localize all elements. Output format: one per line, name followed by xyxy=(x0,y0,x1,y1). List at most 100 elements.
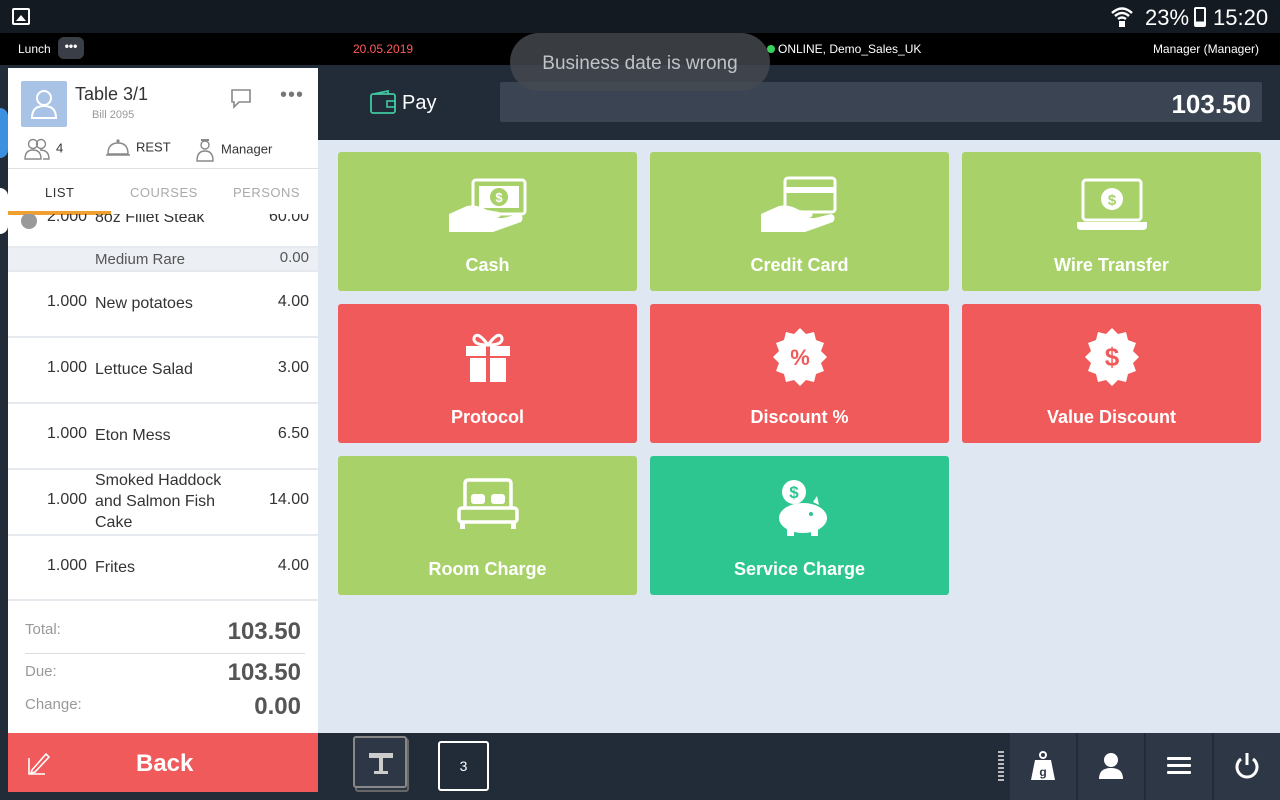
protocol-label: Protocol xyxy=(450,407,524,427)
menu-button[interactable] xyxy=(1146,733,1212,800)
credit-card-button[interactable]: Credit Card xyxy=(650,152,949,291)
room-charge-label: Room Charge xyxy=(428,559,547,579)
item-name: Smoked Haddock and Salmon Fish Cake xyxy=(95,472,222,531)
tab-courses[interactable]: COURSES xyxy=(130,185,198,200)
system-status-bar: 23% 15:20 xyxy=(0,0,1280,33)
credit-card-icon xyxy=(761,176,837,232)
due-value: 103.50 xyxy=(227,659,301,686)
tab-list[interactable]: LIST xyxy=(45,185,74,200)
battery-percent: 23% xyxy=(1145,5,1190,30)
list-item[interactable]: 1.000 Lettuce Salad 3.00 xyxy=(8,338,318,404)
room-charge-button[interactable]: Room Charge xyxy=(338,456,637,595)
list-item[interactable]: 1.000 New potatoes 4.00 xyxy=(8,272,318,338)
weight-icon: g xyxy=(1031,751,1055,780)
item-price: 14.00 xyxy=(268,491,309,508)
guest-count-value: 4 xyxy=(56,140,64,156)
drag-handle-icon[interactable] xyxy=(998,751,1004,781)
list-item[interactable]: 1.000 Smoked Haddock and Salmon Fish Cak… xyxy=(8,470,318,536)
item-qty: 1.000 xyxy=(47,293,88,310)
table-layout-face xyxy=(353,736,407,788)
wifi-icon xyxy=(1111,7,1133,27)
waiter-name: Manager xyxy=(221,141,273,157)
list-item[interactable]: 2.000 8oz Fillet Steak 60.00 xyxy=(8,214,318,248)
piggy-bank-icon: $ xyxy=(779,480,827,536)
edit-note-icon xyxy=(28,752,50,775)
avatar[interactable] xyxy=(21,81,67,127)
svg-text:$: $ xyxy=(789,483,799,502)
shift-label: Lunch xyxy=(18,42,51,56)
service-charge-label: Service Charge xyxy=(733,559,866,579)
dollar-badge-icon: $ xyxy=(1085,328,1139,386)
cash-icon: $ xyxy=(449,178,527,232)
svg-text:%: % xyxy=(790,345,810,370)
service-charge-button[interactable]: $ Service Charge xyxy=(650,456,949,595)
item-qty: 1.000 xyxy=(47,491,88,508)
payment-methods-grid: $ Cash Credit Card $ Wire Transfer Proto… xyxy=(318,140,1280,733)
waiter-info[interactable]: Manager xyxy=(194,138,272,162)
discount-percent-label: Discount % xyxy=(750,407,849,427)
back-label: Back xyxy=(136,750,194,777)
cash-button[interactable]: $ Cash xyxy=(338,152,637,291)
item-qty: 1.000 xyxy=(47,359,88,376)
list-item-modifier[interactable]: Medium Rare 0.00 xyxy=(8,248,318,272)
waiter-icon xyxy=(196,139,214,162)
item-qty: 1.000 xyxy=(47,425,88,442)
modifier-name: Medium Rare xyxy=(95,251,186,268)
table-icon xyxy=(369,753,393,774)
power-icon xyxy=(1235,753,1259,779)
item-price: 4.00 xyxy=(277,293,309,310)
credit-card-label: Credit Card xyxy=(750,255,849,275)
svg-text:$: $ xyxy=(495,190,503,205)
toast-message: Business date is wrong xyxy=(510,33,770,91)
totals-divider xyxy=(25,653,305,654)
weight-button[interactable]: g xyxy=(1010,733,1076,800)
list-item[interactable]: 1.000 Frites 4.00 xyxy=(8,536,318,599)
svg-text:$: $ xyxy=(1108,192,1117,209)
gift-icon xyxy=(466,333,510,382)
list-item[interactable]: 1.000 Eton Mess 6.50 xyxy=(8,404,318,470)
item-price: 6.50 xyxy=(277,425,309,442)
due-label: Due: xyxy=(25,663,57,680)
order-tabs: LIST COURSES PERSONS xyxy=(8,168,318,215)
value-discount-label: Value Discount xyxy=(1046,407,1177,427)
change-label: Change: xyxy=(25,696,82,713)
pay-label: Pay xyxy=(402,92,437,114)
item-price: 3.00 xyxy=(277,359,309,376)
customer-button[interactable] xyxy=(1078,733,1144,800)
clock: 15:20 xyxy=(1213,5,1269,30)
more-options-button[interactable]: ••• xyxy=(58,37,84,59)
svg-text:g: g xyxy=(1039,765,1046,779)
service-mode[interactable]: REST xyxy=(105,138,171,158)
power-button[interactable] xyxy=(1214,733,1280,800)
guest-count[interactable]: 4 xyxy=(23,138,63,160)
item-name: New potatoes xyxy=(95,295,193,312)
item-name: Eton Mess xyxy=(95,427,171,444)
wire-transfer-button[interactable]: $ Wire Transfer xyxy=(962,152,1261,291)
pay-amount: 103.50 xyxy=(1171,89,1251,119)
user-name[interactable]: Manager (Manager) xyxy=(1153,42,1259,56)
cloche-icon xyxy=(106,139,130,156)
discount-percent-button[interactable]: % Discount % xyxy=(650,304,949,443)
order-panel: Table 3/1 Bill 2095 ••• 4 REST Manager L… xyxy=(8,68,318,733)
guest-count-button[interactable]: 3 xyxy=(438,741,489,791)
more-dots-icon[interactable]: ••• xyxy=(280,84,304,107)
item-name: Lettuce Salad xyxy=(95,361,193,378)
value-discount-button[interactable]: $ Value Discount xyxy=(962,304,1261,443)
protocol-button[interactable]: Protocol xyxy=(338,304,637,443)
back-button[interactable]: Back xyxy=(8,733,318,792)
table-layout-button[interactable] xyxy=(353,736,409,792)
tab-persons[interactable]: PERSONS xyxy=(233,185,300,200)
total-label: Total: xyxy=(25,621,61,638)
item-price: 4.00 xyxy=(277,557,309,574)
cash-label: Cash xyxy=(465,255,510,275)
modifier-price: 0.00 xyxy=(279,249,309,266)
course-marker-icon xyxy=(21,214,37,229)
side-edge-tab[interactable] xyxy=(0,108,8,158)
guests-icon xyxy=(24,138,50,160)
item-name: Frites xyxy=(95,559,135,576)
gallery-notification-icon xyxy=(12,8,30,25)
side-edge-tab-secondary[interactable] xyxy=(0,188,8,234)
comment-icon[interactable] xyxy=(230,88,252,110)
pay-header: Pay 103.50 xyxy=(318,65,1280,140)
order-list[interactable]: 2.000 8oz Fillet Steak 60.00 Medium Rare… xyxy=(8,214,318,599)
